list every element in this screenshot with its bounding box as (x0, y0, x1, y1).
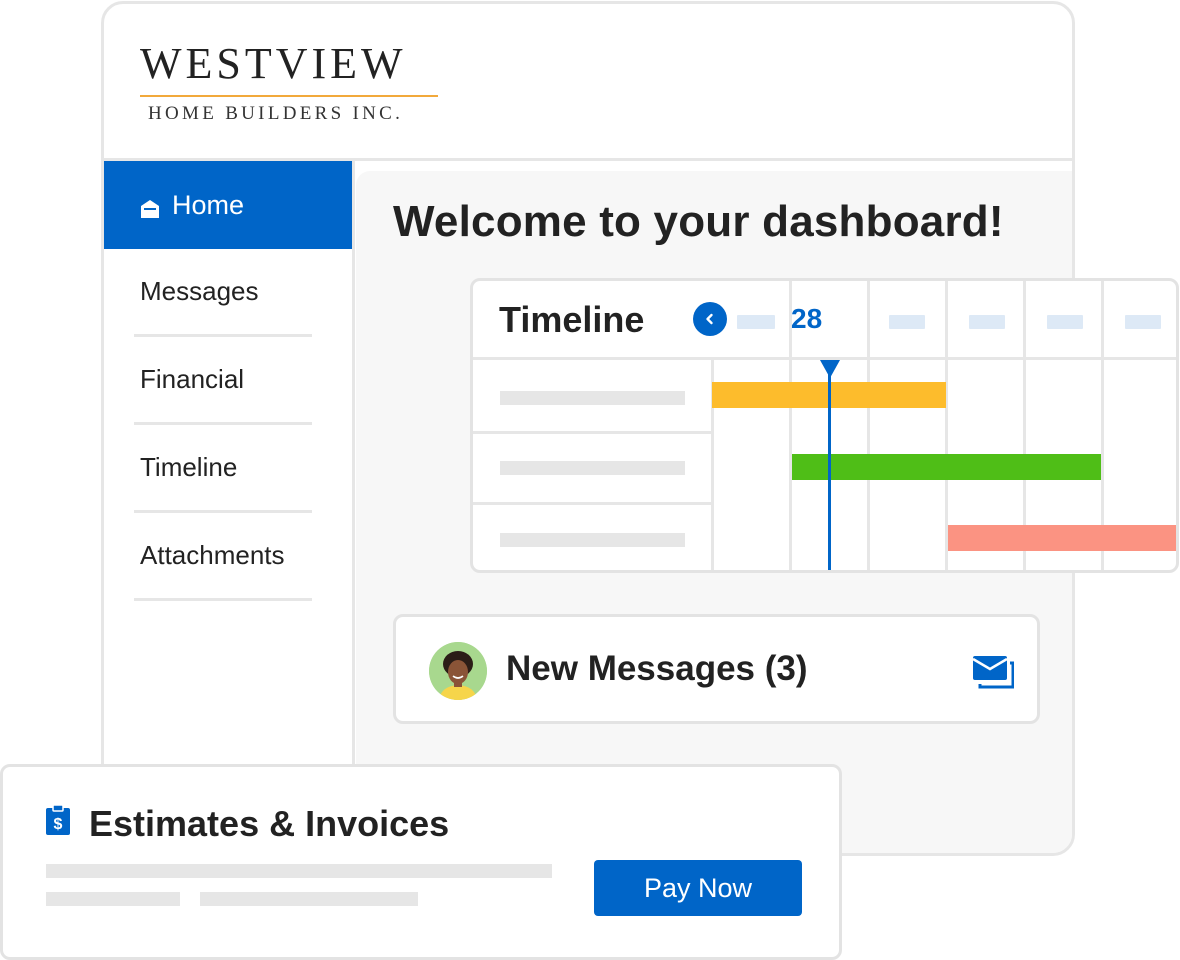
home-icon (140, 195, 160, 218)
estimate-line-placeholder (46, 892, 180, 906)
timeline-row-label (500, 461, 685, 475)
timeline-title: Timeline (499, 299, 645, 340)
sidebar-item-home[interactable]: Home (104, 161, 352, 249)
new-messages-card[interactable]: New Messages (3) (393, 614, 1040, 724)
new-messages-title: New Messages (3) (506, 649, 808, 688)
timeline-day-placeholder (737, 315, 775, 329)
timeline-day-placeholder (889, 315, 925, 329)
estimates-invoices-card: $ Estimates & Invoices Pay Now (0, 764, 842, 960)
chevron-left-icon (706, 313, 713, 325)
timeline-row-label (500, 391, 685, 405)
timeline-card: Timeline 28 (470, 278, 1179, 573)
pay-now-button[interactable]: Pay Now (594, 860, 802, 916)
timeline-day-placeholder (1125, 315, 1161, 329)
timeline-today-line (828, 371, 831, 570)
timeline-current-date: 28 (791, 303, 823, 334)
sidebar-item-label: Messages (140, 276, 259, 306)
invoice-dollar-icon: $ (46, 804, 70, 835)
timeline-row-label (500, 533, 685, 547)
sidebar-item-financial[interactable]: Financial (134, 337, 312, 425)
timeline-row-divider (473, 502, 711, 505)
timeline-day-placeholder (969, 315, 1005, 329)
timeline-bar-red[interactable] (948, 525, 1176, 551)
brand-logo: WESTVIEW HOME BUILDERS INC. (140, 42, 438, 125)
timeline-day-placeholder (1047, 315, 1083, 329)
envelope-icon[interactable] (972, 655, 1014, 689)
timeline-today-marker (820, 360, 840, 378)
sidebar-item-attachments[interactable]: Attachments (134, 513, 312, 601)
sidebar-item-label: Home (172, 189, 245, 220)
estimate-line-placeholder (46, 864, 552, 878)
svg-text:$: $ (54, 816, 63, 833)
sidebar-item-label: Attachments (140, 540, 285, 570)
estimates-title: Estimates & Invoices (89, 803, 450, 844)
timeline-row-divider (473, 431, 711, 434)
brand-name: WESTVIEW (140, 39, 407, 88)
estimate-line-placeholder (200, 892, 418, 906)
brand-tagline: HOME BUILDERS INC. (148, 103, 404, 124)
sidebar-item-timeline[interactable]: Timeline (134, 425, 312, 513)
timeline-prev-button[interactable] (693, 302, 727, 336)
sidebar-item-label: Financial (140, 364, 245, 394)
sidebar-item-messages[interactable]: Messages (134, 249, 312, 337)
sidebar-item-label: Timeline (140, 452, 238, 482)
logo-divider (140, 95, 438, 97)
avatar (429, 642, 487, 700)
timeline-bar-green[interactable] (792, 454, 1101, 480)
sidebar: Home Messages Financial Timeline Attachm… (104, 161, 355, 853)
page-title: Welcome to your dashboard! (393, 197, 1004, 246)
